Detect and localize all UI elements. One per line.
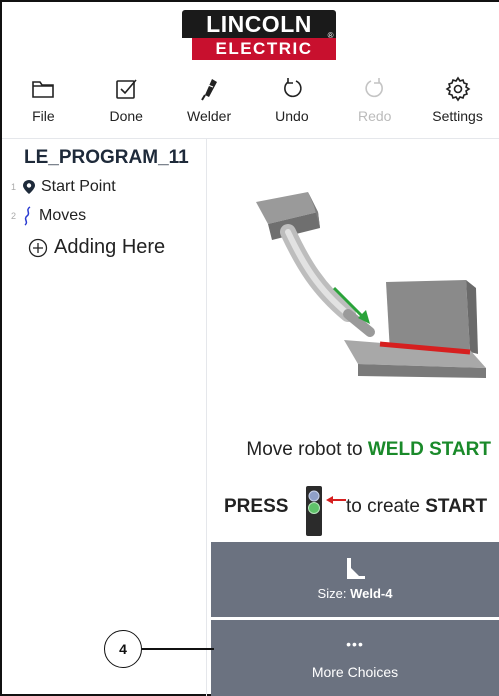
- weld-start-illustration: [256, 192, 486, 378]
- step-number: 1: [10, 182, 16, 192]
- squiggle-path-icon: [24, 206, 31, 226]
- logo-top: LINCOLN ®: [182, 10, 336, 40]
- weld-size-button[interactable]: Size: Weld-4: [211, 542, 499, 617]
- size-value: Weld-4: [350, 586, 393, 601]
- welding-torch-icon: [201, 79, 218, 101]
- done-label: Done: [109, 108, 143, 124]
- more-choices-button[interactable]: ••• More Choices: [211, 620, 499, 696]
- folder-icon: [32, 81, 55, 98]
- callout-number: 4: [104, 630, 142, 668]
- to-create-prefix: to create: [346, 496, 426, 517]
- weld-start-highlight: WELD START: [367, 439, 491, 460]
- logo-bottom: ELECTRIC: [192, 38, 336, 60]
- step-label: Moves: [39, 207, 87, 224]
- start-bold: START: [425, 496, 488, 517]
- fillet-weld-icon: [347, 558, 365, 579]
- step-number: 2: [10, 211, 16, 221]
- to-create-start-text: to create START: [346, 496, 487, 518]
- adding-here-button[interactable]: Adding Here: [28, 236, 165, 259]
- welder-button[interactable]: Welder: [168, 72, 251, 128]
- press-label: PRESS: [224, 496, 289, 517]
- redo-icon: [365, 78, 383, 98]
- file-button[interactable]: File: [2, 72, 85, 128]
- ellipsis-icon: •••: [346, 636, 364, 652]
- add-circle-icon: [28, 238, 48, 257]
- more-choices-label: More Choices: [311, 664, 399, 680]
- pendant-button-icon: [306, 486, 322, 536]
- location-pin-icon: [23, 180, 35, 194]
- logo-top-text: LINCOLN: [206, 11, 312, 37]
- undo-icon: [283, 78, 302, 98]
- program-panel: LE_PROGRAM_11 1 Start Point 2 Moves Addi…: [2, 139, 207, 696]
- lincoln-electric-logo: LINCOLN ® ELECTRIC: [182, 10, 336, 62]
- gear-icon: [445, 76, 470, 102]
- redo-label: Redo: [357, 108, 392, 124]
- size-label: Size:: [317, 586, 347, 601]
- adding-here-label: Adding Here: [54, 236, 166, 258]
- step-moves[interactable]: 2 Moves: [2, 204, 86, 228]
- undo-button[interactable]: Undo: [250, 72, 333, 128]
- instruction-text: Move robot to: [246, 439, 368, 460]
- press-instruction: PRESS to create START: [208, 484, 499, 536]
- welder-label: Welder: [187, 108, 232, 124]
- undo-label: Undo: [275, 108, 309, 124]
- settings-button[interactable]: Settings: [416, 72, 499, 128]
- move-robot-instruction: Move robot to WELD START: [208, 439, 499, 461]
- checkbox-icon: [116, 79, 137, 99]
- step-start-point[interactable]: 1 Start Point: [2, 175, 116, 199]
- redo-button[interactable]: Redo: [333, 72, 416, 128]
- weld-size-text: Size: Weld-4: [211, 586, 499, 601]
- toolbar: File Done Welder Undo Redo Settings: [2, 72, 499, 128]
- callout-leader-line: [142, 648, 214, 650]
- program-title: LE_PROGRAM_11: [24, 147, 189, 168]
- red-arrow-icon: [326, 496, 346, 504]
- step-label: Start Point: [41, 178, 116, 195]
- settings-label: Settings: [432, 108, 483, 124]
- file-label: File: [32, 108, 55, 124]
- done-button[interactable]: Done: [85, 72, 168, 128]
